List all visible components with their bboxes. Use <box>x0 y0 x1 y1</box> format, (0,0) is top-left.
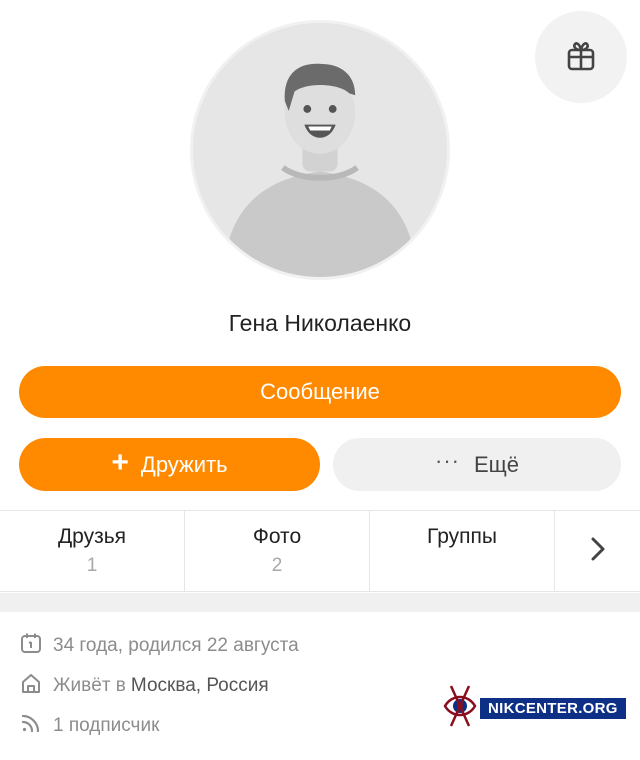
add-friend-label: Дружить <box>140 451 228 477</box>
info-subscribers[interactable]: 1 подписчик <box>20 712 299 740</box>
stat-label: Фото <box>252 525 302 548</box>
stat-photos[interactable]: Фото 2 <box>185 511 370 591</box>
birthday-text: 34 года, родился 22 августа <box>53 635 299 656</box>
section-divider <box>0 593 640 612</box>
profile-page: Гена Николаенко Сообщение + Дружить ··· … <box>0 0 640 760</box>
subscribers-text: 1 подписчик <box>53 715 160 736</box>
more-button[interactable]: ··· Ещё <box>333 438 621 491</box>
stat-groups[interactable]: Группы <box>370 511 555 591</box>
plus-icon: + <box>111 446 129 479</box>
more-dots-icon: ··· <box>435 447 460 473</box>
info-location: Живёт в Москва, Россия <box>20 672 299 700</box>
stats-row: Друзья 1 Фото 2 Группы <box>0 510 640 592</box>
location-link[interactable]: Москва, Россия <box>131 675 269 697</box>
info-birthday: 34 года, родился 22 августа <box>20 632 299 660</box>
stat-count: 2 <box>271 555 283 576</box>
watermark-text: NIKCENTER.ORG <box>480 698 626 719</box>
gift-icon <box>564 38 598 77</box>
add-friend-button[interactable]: + Дружить <box>19 438 320 491</box>
stat-count: 1 <box>86 555 98 576</box>
rss-icon <box>20 712 53 740</box>
message-button[interactable]: Сообщение <box>19 366 621 418</box>
stat-label: Группы <box>427 525 497 548</box>
watermark: NIKCENTER.ORG <box>443 684 626 733</box>
chevron-right-icon <box>589 535 607 568</box>
stats-next-button[interactable] <box>555 511 640 591</box>
default-avatar-illustration <box>193 23 447 277</box>
message-button-label: Сообщение <box>260 379 380 404</box>
profile-name: Гена Николаенко <box>228 310 412 336</box>
profile-info-list: 34 года, родился 22 августа Живёт в Моск… <box>20 632 299 752</box>
stat-label: Друзья <box>57 525 127 548</box>
more-button-label: Ещё <box>473 451 519 477</box>
calendar-icon <box>20 632 53 660</box>
location-prefix: Живёт в <box>53 675 126 696</box>
avatar[interactable] <box>190 20 450 280</box>
home-icon <box>20 672 53 700</box>
eye-logo-icon <box>443 684 477 733</box>
gift-button[interactable] <box>535 11 627 103</box>
stat-friends[interactable]: Друзья 1 <box>0 511 185 591</box>
